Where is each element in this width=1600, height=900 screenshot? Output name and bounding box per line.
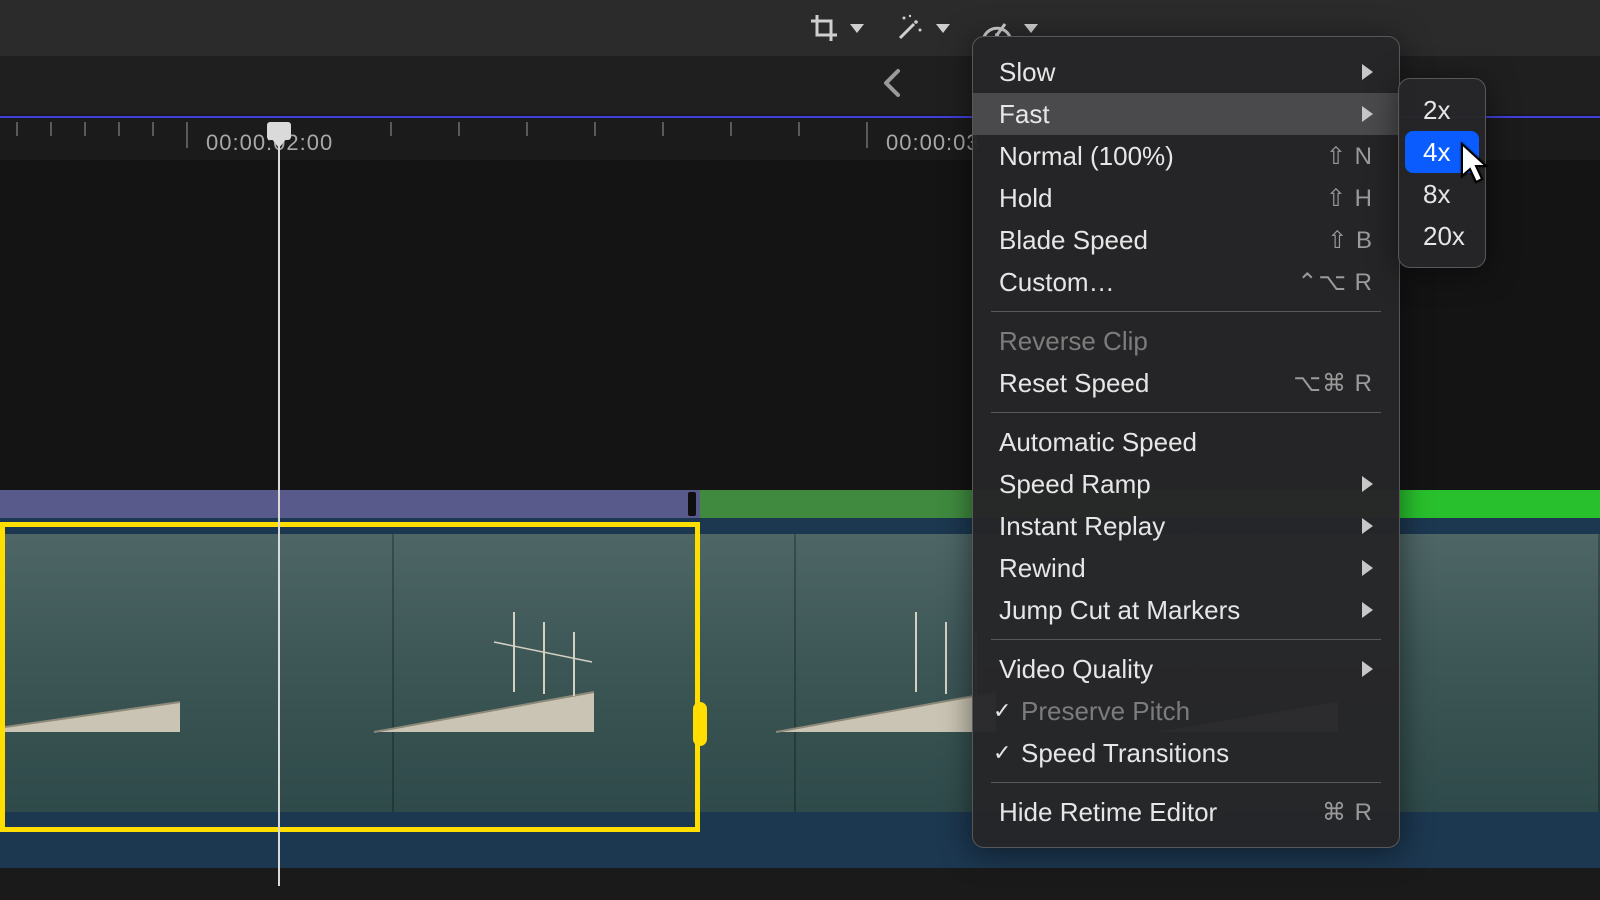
checkmark-icon: ✓ <box>993 698 1015 724</box>
chevron-right-icon <box>1362 64 1373 80</box>
chevron-down-icon <box>1024 24 1038 33</box>
retime-segment-fast[interactable] <box>1398 490 1600 518</box>
menu-label: Rewind <box>999 553 1086 584</box>
chevron-right-icon <box>1362 560 1373 576</box>
clip-thumbnail <box>0 534 394 812</box>
menu-item-normal[interactable]: Normal (100%) ⇧ N <box>973 135 1399 177</box>
submenu-item-2x[interactable]: 2x <box>1405 89 1479 131</box>
chevron-right-icon <box>1362 476 1373 492</box>
submenu-item-4x[interactable]: 4x <box>1405 131 1479 173</box>
crop-icon <box>808 12 840 44</box>
menu-label: Video Quality <box>999 654 1153 685</box>
menu-item-speed-transitions[interactable]: ✓Speed Transitions <box>973 732 1399 774</box>
chevron-right-icon <box>1362 661 1373 677</box>
menu-label: Jump Cut at Markers <box>999 595 1240 626</box>
menu-label: Preserve Pitch <box>1021 696 1190 727</box>
menu-label: Normal (100%) <box>999 141 1174 172</box>
playhead[interactable] <box>267 122 291 146</box>
menu-item-jump-cut[interactable]: Jump Cut at Markers <box>973 589 1399 631</box>
enhance-tool-button[interactable] <box>884 0 960 56</box>
menu-item-fast[interactable]: Fast <box>973 93 1399 135</box>
playhead-line <box>278 146 280 886</box>
menu-shortcut: ⌃⌥ R <box>1297 268 1373 297</box>
menu-label: Custom… <box>999 267 1115 298</box>
checkmark-icon: ✓ <box>993 740 1015 766</box>
retime-segment-normal[interactable] <box>0 490 700 518</box>
submenu-label: 8x <box>1423 179 1450 210</box>
retime-handle[interactable] <box>688 492 696 516</box>
menu-shortcut: ⇧ B <box>1327 226 1373 255</box>
menu-separator <box>991 639 1381 640</box>
menu-item-custom[interactable]: Custom… ⌃⌥ R <box>973 261 1399 303</box>
magic-wand-icon <box>894 12 926 44</box>
menu-item-reset-speed[interactable]: Reset Speed ⌥⌘ R <box>973 362 1399 404</box>
submenu-label: 2x <box>1423 95 1450 126</box>
retime-drag-handle[interactable] <box>693 702 707 746</box>
ruler-timecode: 00:00:03 <box>886 130 980 156</box>
chevron-right-icon <box>1362 106 1373 122</box>
submenu-item-20x[interactable]: 20x <box>1405 215 1479 257</box>
menu-item-slow[interactable]: Slow <box>973 51 1399 93</box>
menu-label: Hide Retime Editor <box>999 797 1217 828</box>
menu-label: Reverse Clip <box>999 326 1148 357</box>
menu-shortcut: ⇧ H <box>1326 184 1373 213</box>
menu-label: Slow <box>999 57 1055 88</box>
menu-separator <box>991 412 1381 413</box>
menu-separator <box>991 782 1381 783</box>
chevron-right-icon <box>1362 518 1373 534</box>
menu-label: Instant Replay <box>999 511 1165 542</box>
menu-label: Speed Ramp <box>999 469 1151 500</box>
menu-separator <box>991 311 1381 312</box>
chevron-right-icon <box>1362 602 1373 618</box>
menu-label: Fast <box>999 99 1050 130</box>
menu-item-hold[interactable]: Hold ⇧ H <box>973 177 1399 219</box>
menu-label: Automatic Speed <box>999 427 1197 458</box>
clip-thumbnail <box>394 534 796 812</box>
chevron-down-icon <box>850 24 864 33</box>
menu-item-reverse-clip: Reverse Clip <box>973 320 1399 362</box>
menu-item-hide-retime-editor[interactable]: Hide Retime Editor ⌘ R <box>973 791 1399 833</box>
menu-label: Reset Speed <box>999 368 1149 399</box>
timeline-history-back-button[interactable] <box>880 68 904 92</box>
menu-item-rewind[interactable]: Rewind <box>973 547 1399 589</box>
menu-item-speed-ramp[interactable]: Speed Ramp <box>973 463 1399 505</box>
menu-item-instant-replay[interactable]: Instant Replay <box>973 505 1399 547</box>
menu-item-automatic-speed[interactable]: Automatic Speed <box>973 421 1399 463</box>
menu-shortcut: ⇧ N <box>1326 142 1373 171</box>
retime-menu: Slow Fast Normal (100%) ⇧ N Hold ⇧ H Bla… <box>972 36 1400 848</box>
menu-item-blade-speed[interactable]: Blade Speed ⇧ B <box>973 219 1399 261</box>
menu-shortcut: ⌘ R <box>1322 798 1373 827</box>
submenu-label: 20x <box>1423 221 1465 252</box>
menu-label: Blade Speed <box>999 225 1148 256</box>
submenu-label: 4x <box>1423 137 1450 168</box>
chevron-down-icon <box>936 24 950 33</box>
menu-item-video-quality[interactable]: Video Quality <box>973 648 1399 690</box>
menu-label: Hold <box>999 183 1052 214</box>
fast-submenu: 2x 4x 8x 20x <box>1398 78 1486 268</box>
crop-tool-button[interactable] <box>798 0 874 56</box>
menu-item-preserve-pitch: ✓Preserve Pitch <box>973 690 1399 732</box>
menu-shortcut: ⌥⌘ R <box>1293 369 1373 398</box>
menu-label: Speed Transitions <box>1021 738 1229 769</box>
submenu-item-8x[interactable]: 8x <box>1405 173 1479 215</box>
